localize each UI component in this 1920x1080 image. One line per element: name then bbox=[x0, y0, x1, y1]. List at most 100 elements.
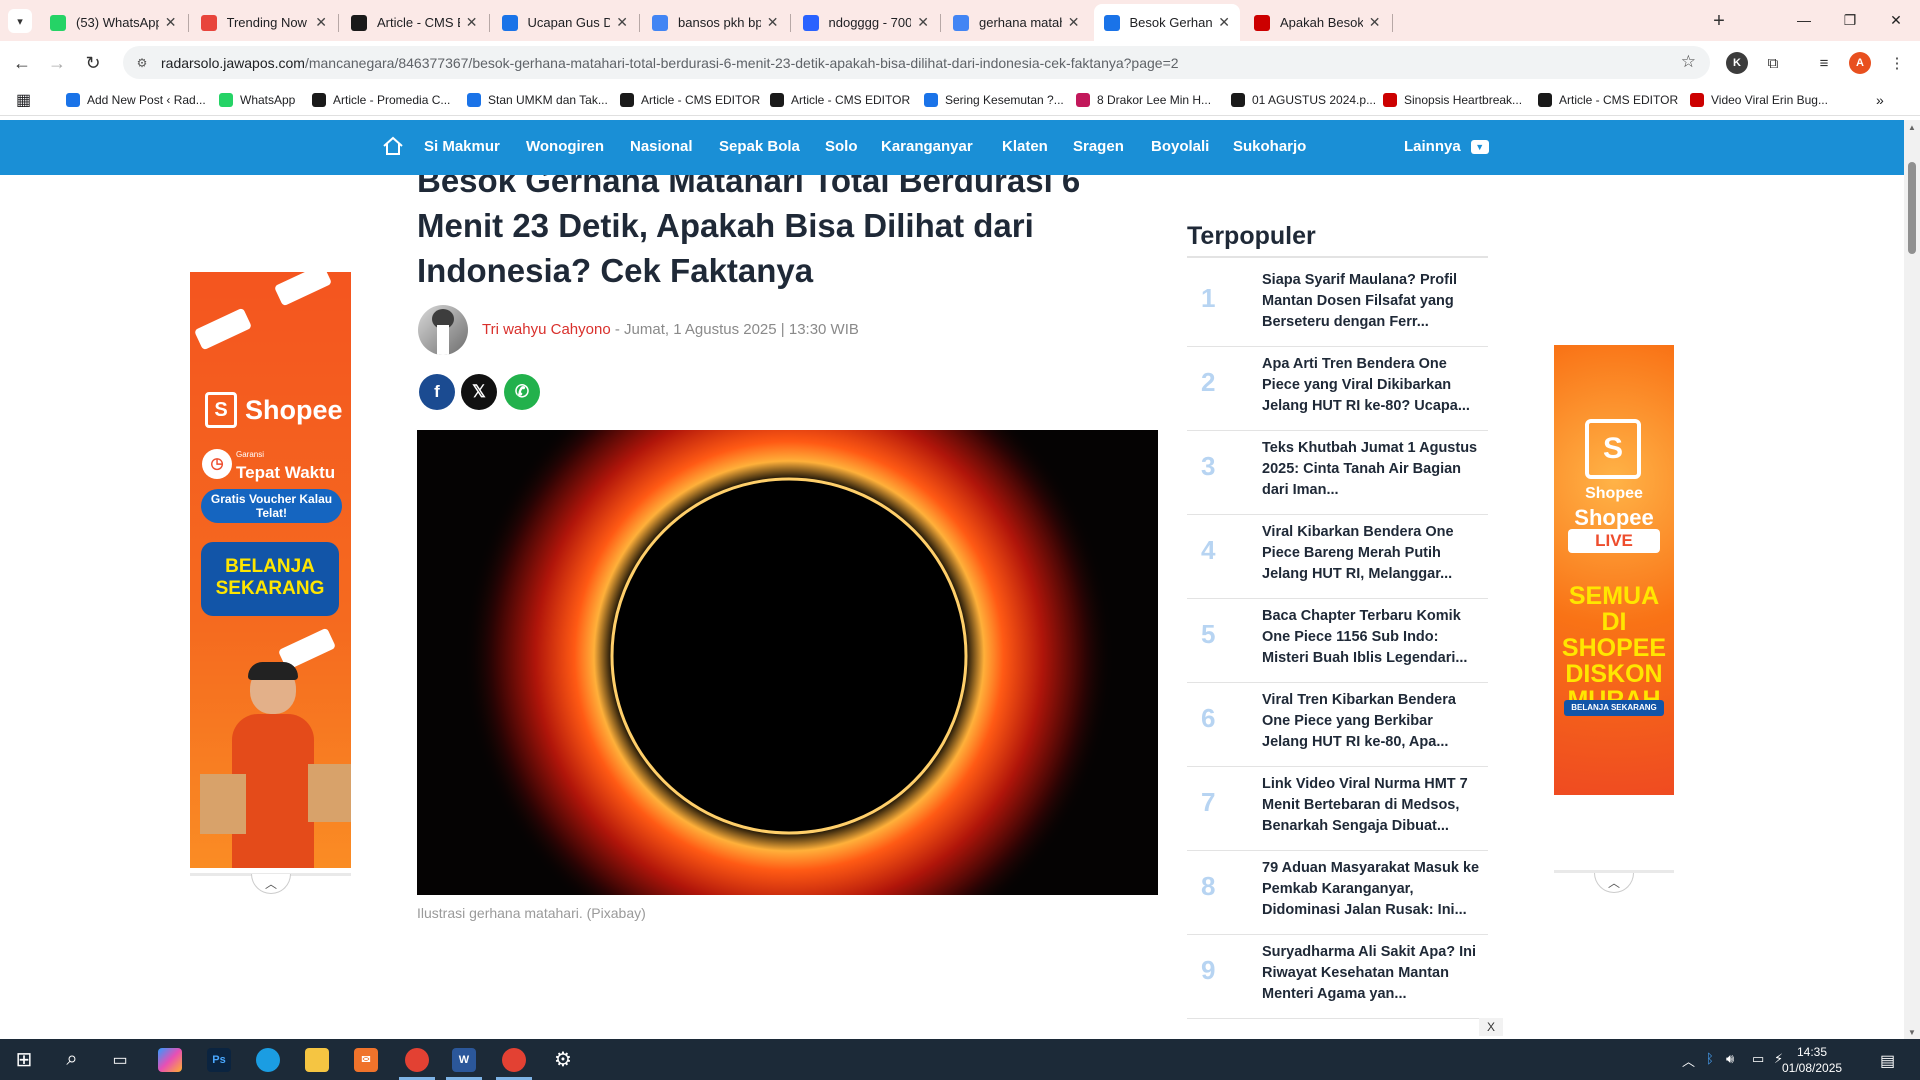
popular-article-item[interactable]: 1 Siapa Syarif Maulana? Profil Mantan Dos… bbox=[1187, 263, 1488, 347]
bookmark-item[interactable]: Sering Kesemutan ?... bbox=[924, 91, 1064, 109]
tab-search-button[interactable]: ▾ bbox=[8, 9, 32, 33]
right-ad-banner[interactable]: S Shopee Shopee LIVE SEMUA DI SHOPEE DIS… bbox=[1554, 345, 1674, 795]
close-window-button[interactable]: ✕ bbox=[1876, 6, 1916, 34]
popular-article-item[interactable]: 9 Suryadharma Ali Sakit Apa? Ini Riwayat … bbox=[1187, 935, 1488, 1019]
file-explorer-icon[interactable] bbox=[293, 1039, 341, 1080]
popular-article-item[interactable]: 8 79 Aduan Masyarakat Masuk ke Pemkab Kar… bbox=[1187, 851, 1488, 935]
popular-article-title[interactable]: Viral Tren Kibarkan Bendera One Piece ya… bbox=[1262, 690, 1480, 753]
task-view-icon[interactable]: ▭ bbox=[96, 1039, 144, 1080]
word-icon[interactable]: W bbox=[440, 1039, 488, 1080]
bookmark-item[interactable]: Sinopsis Heartbreak... bbox=[1383, 91, 1522, 109]
bookmark-item[interactable]: Article - Promedia C... bbox=[312, 91, 450, 109]
network-icon[interactable]: ▭ bbox=[1752, 1051, 1764, 1067]
popular-article-title[interactable]: Baca Chapter Terbaru Komik One Piece 115… bbox=[1262, 606, 1480, 669]
browser-tab[interactable]: (53) WhatsApp ✕ bbox=[40, 4, 187, 41]
reload-button[interactable]: ↻ bbox=[79, 49, 107, 77]
bluetooth-icon[interactable]: ᛒ bbox=[1706, 1051, 1714, 1066]
volume-icon[interactable]: 🔊︎ bbox=[1726, 1051, 1734, 1067]
nav-link-solo[interactable]: Solo bbox=[825, 138, 858, 155]
nav-link-sepak-bola[interactable]: Sepak Bola bbox=[719, 138, 800, 155]
popular-article-title[interactable]: Teks Khutbah Jumat 1 Agustus 2025: Cinta… bbox=[1262, 438, 1480, 501]
popular-article-title[interactable]: Link Video Viral Nurma HMT 7 Menit Berte… bbox=[1262, 774, 1480, 837]
nav-link-nasional[interactable]: Nasional bbox=[630, 138, 693, 155]
nav-link-si-makmur[interactable]: Si Makmur bbox=[424, 138, 500, 155]
author-link[interactable]: Tri wahyu Cahyono bbox=[482, 321, 611, 338]
app-icon[interactable]: ✉ bbox=[342, 1039, 390, 1080]
profile-avatar[interactable]: A bbox=[1849, 52, 1871, 74]
close-tab-icon[interactable]: ✕ bbox=[616, 14, 628, 31]
popular-article-item[interactable]: 4 Viral Kibarkan Bendera One Piece Bareng… bbox=[1187, 515, 1488, 599]
x-icon[interactable]: 𝕏 bbox=[461, 374, 497, 410]
restore-button[interactable]: ❐ bbox=[1830, 6, 1870, 34]
photoshop-icon[interactable]: Ps bbox=[195, 1039, 243, 1080]
browser-tab[interactable]: Article - CMS EDITOR ✕ bbox=[341, 4, 488, 41]
nav-link-klaten[interactable]: Klaten bbox=[1002, 138, 1048, 155]
facebook-icon[interactable]: f bbox=[419, 374, 455, 410]
copilot-icon[interactable] bbox=[146, 1039, 194, 1080]
home-icon[interactable] bbox=[382, 136, 404, 156]
bookmark-star-icon[interactable]: ☆ bbox=[1681, 52, 1696, 72]
ad-cta-button[interactable]: BELANJA SEKARANG bbox=[1564, 700, 1664, 716]
browser-tab[interactable]: Apakah Besok Ada Ge ✕ bbox=[1244, 4, 1391, 41]
back-button[interactable]: ← bbox=[8, 49, 36, 77]
close-sticky-button[interactable]: X bbox=[1479, 1018, 1503, 1036]
apps-grid-icon[interactable]: ▦ bbox=[16, 91, 31, 109]
nav-link-boyolali[interactable]: Boyolali bbox=[1151, 138, 1209, 155]
close-tab-icon[interactable]: ✕ bbox=[767, 14, 779, 31]
more-menu-button[interactable]: Lainnya ▼ bbox=[1404, 138, 1489, 155]
author-avatar[interactable] bbox=[418, 305, 468, 355]
start-windows-icon[interactable]: ⊞ bbox=[0, 1039, 48, 1080]
bookmark-item[interactable]: Article - CMS EDITOR bbox=[620, 91, 760, 109]
popular-article-title[interactable]: Siapa Syarif Maulana? Profil Mantan Dose… bbox=[1262, 270, 1480, 333]
bookmark-item[interactable]: 01 AGUSTUS 2024.p... bbox=[1231, 91, 1376, 109]
popular-article-item[interactable]: 6 Viral Tren Kibarkan Bendera One Piece y… bbox=[1187, 683, 1488, 767]
close-tab-icon[interactable]: ✕ bbox=[917, 14, 929, 31]
bookmark-item[interactable]: Video Viral Erin Bug... bbox=[1690, 91, 1828, 109]
collapse-right-ad-button[interactable]: ︿ bbox=[1594, 873, 1634, 893]
popular-article-title[interactable]: 79 Aduan Masyarakat Masuk ke Pemkab Kara… bbox=[1262, 858, 1480, 921]
notifications-icon[interactable]: ▤ bbox=[1880, 1051, 1895, 1071]
close-tab-icon[interactable]: ✕ bbox=[1369, 14, 1381, 31]
popular-article-title[interactable]: Apa Arti Tren Bendera One Piece yang Vir… bbox=[1262, 354, 1480, 417]
minimize-button[interactable]: — bbox=[1784, 6, 1824, 34]
forward-button[interactable]: → bbox=[43, 49, 71, 77]
system-clock[interactable]: 14:35 01/08/2025 bbox=[1782, 1044, 1842, 1076]
popular-article-title[interactable]: Suryadharma Ali Sakit Apa? Ini Riwayat K… bbox=[1262, 942, 1480, 1005]
new-tab-button[interactable]: + bbox=[1706, 8, 1732, 34]
bookmark-item[interactable]: Article - CMS EDITOR bbox=[1538, 91, 1678, 109]
close-tab-icon[interactable]: ✕ bbox=[165, 14, 177, 31]
more-bookmarks-icon[interactable]: » bbox=[1876, 91, 1884, 109]
close-tab-icon[interactable]: ✕ bbox=[466, 14, 478, 31]
close-tab-icon[interactable]: ✕ bbox=[1068, 14, 1080, 31]
bookmark-item[interactable]: WhatsApp bbox=[219, 91, 295, 109]
extension-k-icon[interactable]: K bbox=[1726, 52, 1748, 74]
ad-cta-button[interactable]: BELANJA SEKARANG bbox=[201, 542, 339, 616]
browser-tab[interactable]: Trending Now - Goog ✕ bbox=[191, 4, 338, 41]
browser-tab[interactable]: Besok Gerhana Matah ✕ bbox=[1093, 4, 1240, 41]
bookmark-item[interactable]: Article - CMS EDITOR bbox=[770, 91, 910, 109]
whatsapp-icon[interactable]: ✆ bbox=[504, 374, 540, 410]
left-ad-banner[interactable]: S Shopee ◷ Garansi Tepat Waktu Gratis Vou… bbox=[190, 272, 351, 868]
bookmark-item[interactable]: Add New Post ‹ Rad... bbox=[66, 91, 206, 109]
browser-tab[interactable]: gerhana matahari tot ✕ bbox=[943, 4, 1090, 41]
search-icon[interactable]: ⌕ bbox=[48, 1039, 96, 1080]
edge-icon[interactable] bbox=[244, 1039, 292, 1080]
bookmark-item[interactable]: 8 Drakor Lee Min H... bbox=[1076, 91, 1211, 109]
scrollbar-thumb[interactable] bbox=[1908, 162, 1916, 254]
scroll-up-icon[interactable]: ▲ bbox=[1904, 120, 1920, 134]
site-info-icon[interactable]: ⚙ bbox=[133, 54, 151, 72]
browser-tab[interactable]: ndogggg - 700 × 500 ✕ bbox=[793, 4, 940, 41]
media-controls-icon[interactable]: ≡ bbox=[1813, 52, 1835, 74]
nav-link-wonogiren[interactable]: Wonogiren bbox=[526, 138, 604, 155]
browser-menu-icon[interactable]: ⋮ bbox=[1886, 52, 1908, 74]
tray-overflow-icon[interactable]: ︿ bbox=[1682, 1051, 1695, 1070]
popular-article-item[interactable]: 7 Link Video Viral Nurma HMT 7 Menit Bert… bbox=[1187, 767, 1488, 851]
close-tab-icon[interactable]: ✕ bbox=[315, 14, 327, 31]
collapse-left-ad-button[interactable]: ︿ bbox=[251, 874, 291, 894]
nav-link-sragen[interactable]: Sragen bbox=[1073, 138, 1124, 155]
extensions-puzzle-icon[interactable]: ⧉ bbox=[1762, 52, 1784, 74]
nav-link-sukoharjo[interactable]: Sukoharjo bbox=[1233, 138, 1306, 155]
bookmark-item[interactable]: Stan UMKM dan Tak... bbox=[467, 91, 608, 109]
nav-link-karanganyar[interactable]: Karanganyar bbox=[881, 138, 973, 155]
address-bar[interactable]: ⚙ radarsolo.jawapos.com/mancanegara/8463… bbox=[123, 46, 1710, 79]
